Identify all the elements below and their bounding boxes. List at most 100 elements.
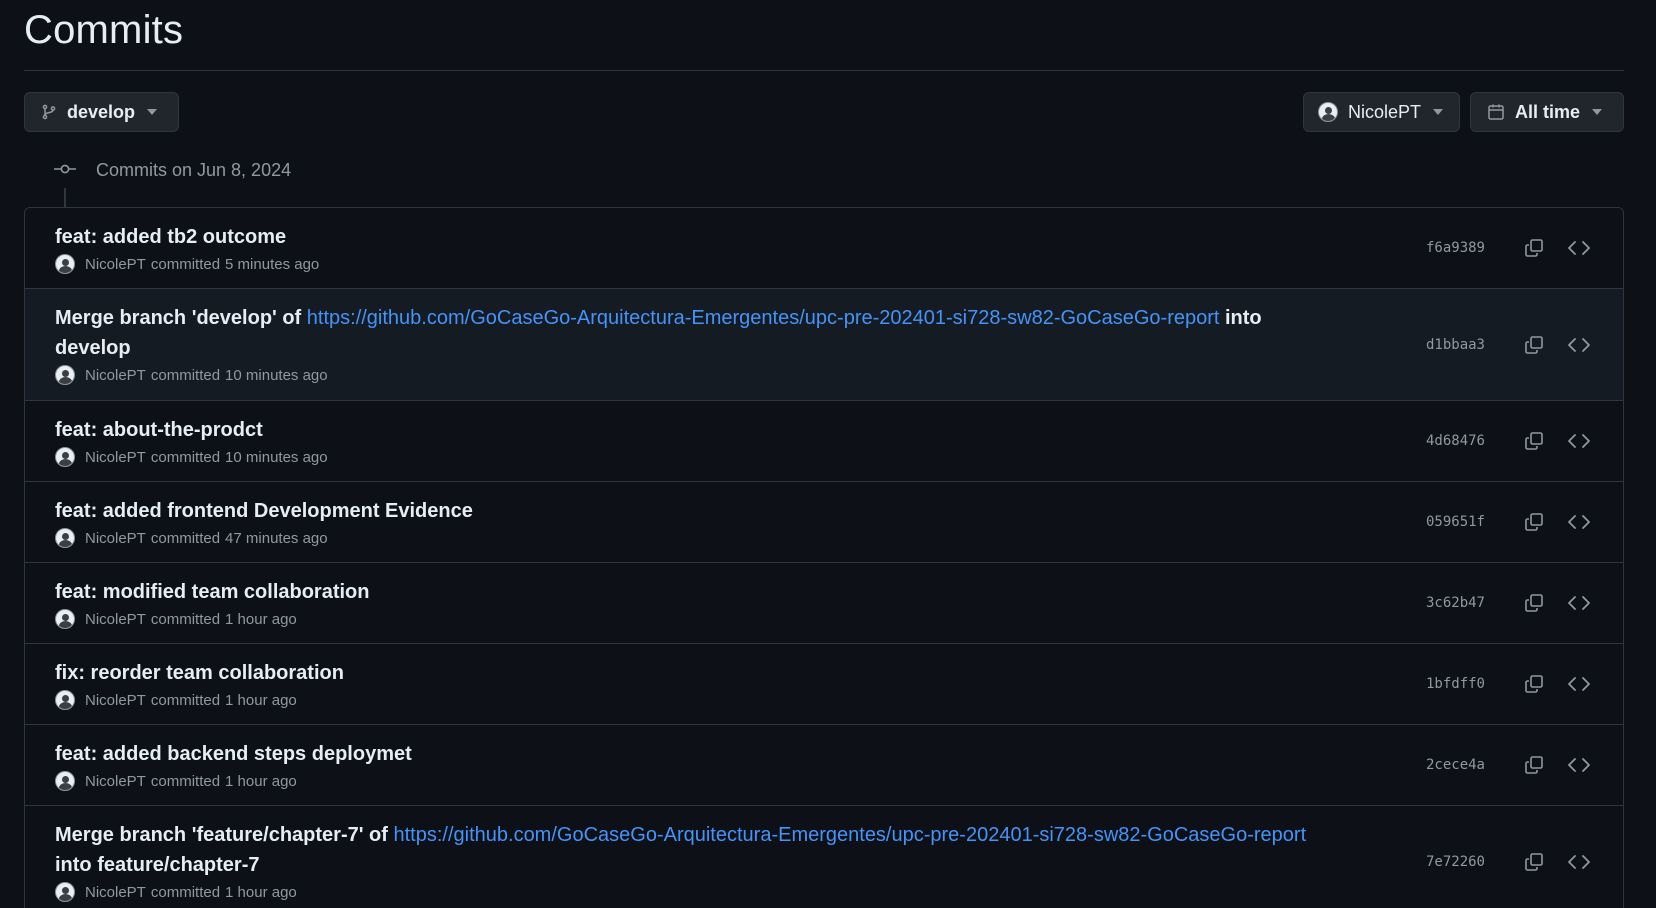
commit-title-suffix: into feature/chapter-7 <box>55 854 260 876</box>
commit-title[interactable]: feat: added tb2 outcome <box>55 222 1335 252</box>
branch-selector-button[interactable]: develop <box>24 92 179 132</box>
commit-author[interactable]: NicolePT <box>85 256 146 273</box>
commit-author[interactable]: NicolePT <box>85 611 146 628</box>
commit-verb: committed <box>150 610 221 628</box>
commit-sha[interactable]: 059651f <box>1426 514 1485 530</box>
commit-sha[interactable]: f6a9389 <box>1426 240 1485 256</box>
code-icon[interactable] <box>1565 427 1593 455</box>
commit-time: 1 hour ago <box>225 883 297 901</box>
commit-group-header: Commits on Jun 8, 2024 <box>54 160 291 181</box>
commit-meta: NicolePT committed 1 hour ago <box>55 690 1623 710</box>
chevron-down-icon <box>1592 109 1603 115</box>
commit-title[interactable]: fix: reorder team collaboration <box>55 658 1335 688</box>
commit-time: 1 hour ago <box>225 691 297 709</box>
commit-time: 1 hour ago <box>225 610 297 628</box>
commit-list: feat: added tb2 outcome NicolePT committ… <box>24 207 1624 908</box>
commit-sha[interactable]: 4d68476 <box>1426 433 1485 449</box>
commit-row: feat: modified team collaboration Nicole… <box>25 563 1623 644</box>
copy-icon[interactable] <box>1520 427 1548 455</box>
commit-title[interactable]: feat: added backend steps deploymet <box>55 739 1335 769</box>
code-icon[interactable] <box>1565 848 1593 876</box>
commit-meta: NicolePT committed 10 minutes ago <box>55 447 1623 467</box>
avatar[interactable] <box>55 528 75 548</box>
timeline-line <box>64 188 66 208</box>
copy-icon[interactable] <box>1520 670 1548 698</box>
git-branch-icon <box>41 104 57 120</box>
commit-row: feat: added tb2 outcome NicolePT committ… <box>25 208 1623 289</box>
avatar[interactable] <box>55 447 75 467</box>
avatar[interactable] <box>55 609 75 629</box>
avatar[interactable] <box>55 690 75 710</box>
commit-author[interactable]: NicolePT <box>85 530 146 547</box>
commit-title-link[interactable]: https://github.com/GoCaseGo-Arquitectura… <box>393 824 1306 846</box>
avatar[interactable] <box>55 771 75 791</box>
commit-actions: f6a9389 <box>1426 208 1593 288</box>
commit-author[interactable]: NicolePT <box>85 692 146 709</box>
commit-meta: NicolePT committed 5 minutes ago <box>55 254 1623 274</box>
copy-icon[interactable] <box>1520 331 1548 359</box>
commit-sha[interactable]: 2cece4a <box>1426 757 1485 773</box>
commit-meta: NicolePT committed 1 hour ago <box>55 882 1623 902</box>
commit-author[interactable]: NicolePT <box>85 884 146 901</box>
commit-time: 47 minutes ago <box>225 529 328 547</box>
copy-icon[interactable] <box>1520 508 1548 536</box>
code-icon[interactable] <box>1565 331 1593 359</box>
avatar[interactable] <box>55 254 75 274</box>
avatar[interactable] <box>55 882 75 902</box>
commit-actions: 059651f <box>1426 482 1593 562</box>
commit-title-prefix: Merge branch 'feature/chapter-7' of <box>55 824 394 846</box>
commit-time: 10 minutes ago <box>225 366 328 384</box>
branch-selector-label: develop <box>67 101 136 122</box>
page-title: Commits <box>24 8 184 52</box>
commit-meta: NicolePT committed 1 hour ago <box>55 609 1623 629</box>
commit-title[interactable]: feat: modified team collaboration <box>55 577 1335 607</box>
author-filter-label: NicolePT <box>1348 101 1422 122</box>
chevron-down-icon <box>147 109 158 115</box>
commit-time: 5 minutes ago <box>225 255 320 273</box>
commit-actions: d1bbaa3 <box>1426 289 1593 400</box>
commit-title[interactable]: Merge branch 'feature/chapter-7' of http… <box>55 820 1335 880</box>
avatar[interactable] <box>55 365 75 385</box>
time-filter-button[interactable]: All time <box>1470 92 1624 132</box>
code-icon[interactable] <box>1565 670 1593 698</box>
commit-title-prefix: Merge branch 'develop' of <box>55 307 307 329</box>
commit-verb: committed <box>150 883 221 901</box>
title-divider <box>24 70 1624 71</box>
commit-row: Merge branch 'feature/chapter-7' of http… <box>25 806 1623 908</box>
commit-title[interactable]: feat: added frontend Development Evidenc… <box>55 496 1335 526</box>
commit-actions: 7e72260 <box>1426 806 1593 908</box>
copy-icon[interactable] <box>1520 234 1548 262</box>
commit-row: feat: added frontend Development Evidenc… <box>25 482 1623 563</box>
commit-sha[interactable]: d1bbaa3 <box>1426 337 1485 353</box>
code-icon[interactable] <box>1565 589 1593 617</box>
commit-sha[interactable]: 1bfdff0 <box>1426 676 1485 692</box>
code-icon[interactable] <box>1565 508 1593 536</box>
code-icon[interactable] <box>1565 751 1593 779</box>
commit-actions: 2cece4a <box>1426 725 1593 805</box>
commit-title[interactable]: Merge branch 'develop' of https://github… <box>55 303 1335 363</box>
commit-actions: 4d68476 <box>1426 401 1593 481</box>
copy-icon[interactable] <box>1520 751 1548 779</box>
commit-verb: committed <box>150 529 221 547</box>
commit-author[interactable]: NicolePT <box>85 449 146 466</box>
commit-verb: committed <box>150 255 221 273</box>
commit-sha[interactable]: 3c62b47 <box>1426 595 1485 611</box>
commit-verb: committed <box>150 691 221 709</box>
copy-icon[interactable] <box>1520 848 1548 876</box>
commit-row: feat: added backend steps deploymet Nico… <box>25 725 1623 806</box>
author-filter-button[interactable]: NicolePT <box>1303 92 1460 132</box>
code-icon[interactable] <box>1565 234 1593 262</box>
commit-meta: NicolePT committed 47 minutes ago <box>55 528 1623 548</box>
commit-title[interactable]: feat: about-the-prodct <box>55 415 1335 445</box>
commit-verb: committed <box>150 366 221 384</box>
commit-author[interactable]: NicolePT <box>85 773 146 790</box>
avatar <box>1318 102 1338 122</box>
time-filter-label: All time <box>1515 101 1581 122</box>
commit-time: 10 minutes ago <box>225 448 328 466</box>
commit-row: Merge branch 'develop' of https://github… <box>25 289 1623 401</box>
commit-time: 1 hour ago <box>225 772 297 790</box>
commit-sha[interactable]: 7e72260 <box>1426 854 1485 870</box>
commit-title-link[interactable]: https://github.com/GoCaseGo-Arquitectura… <box>307 307 1220 329</box>
commit-author[interactable]: NicolePT <box>85 367 146 384</box>
copy-icon[interactable] <box>1520 589 1548 617</box>
